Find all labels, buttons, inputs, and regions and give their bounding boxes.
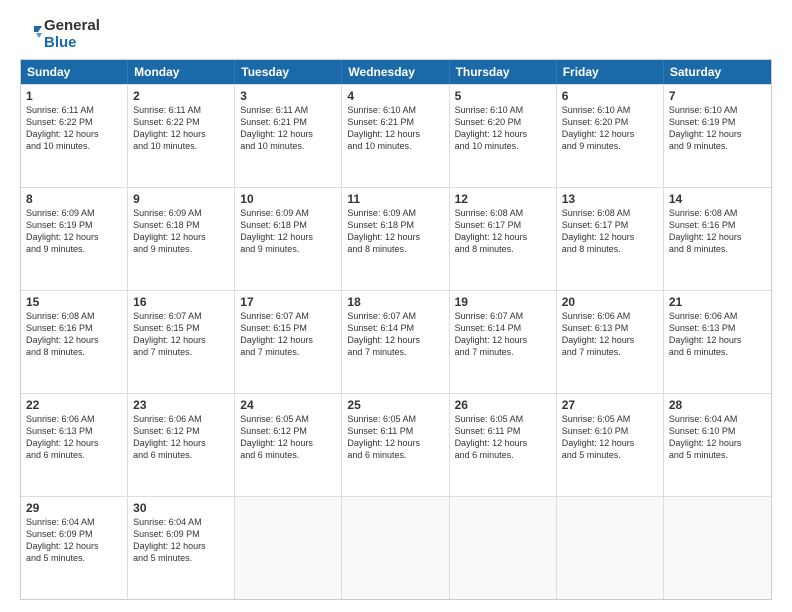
calendar-week-3: 15Sunrise: 6:08 AMSunset: 6:16 PMDayligh… [21, 290, 771, 393]
calendar-empty [664, 497, 771, 599]
calendar-day-6: 6Sunrise: 6:10 AMSunset: 6:20 PMDaylight… [557, 85, 664, 187]
calendar-day-15: 15Sunrise: 6:08 AMSunset: 6:16 PMDayligh… [21, 291, 128, 393]
calendar-day-1: 1Sunrise: 6:11 AMSunset: 6:22 PMDaylight… [21, 85, 128, 187]
calendar-day-25: 25Sunrise: 6:05 AMSunset: 6:11 PMDayligh… [342, 394, 449, 496]
calendar-day-9: 9Sunrise: 6:09 AMSunset: 6:18 PMDaylight… [128, 188, 235, 290]
calendar-day-23: 23Sunrise: 6:06 AMSunset: 6:12 PMDayligh… [128, 394, 235, 496]
calendar-day-3: 3Sunrise: 6:11 AMSunset: 6:21 PMDaylight… [235, 85, 342, 187]
calendar-day-12: 12Sunrise: 6:08 AMSunset: 6:17 PMDayligh… [450, 188, 557, 290]
calendar-day-10: 10Sunrise: 6:09 AMSunset: 6:18 PMDayligh… [235, 188, 342, 290]
calendar-body: 1Sunrise: 6:11 AMSunset: 6:22 PMDaylight… [21, 84, 771, 599]
day-header-tuesday: Tuesday [235, 60, 342, 84]
calendar-day-16: 16Sunrise: 6:07 AMSunset: 6:15 PMDayligh… [128, 291, 235, 393]
day-header-friday: Friday [557, 60, 664, 84]
logo-general: General [44, 18, 100, 35]
calendar-day-17: 17Sunrise: 6:07 AMSunset: 6:15 PMDayligh… [235, 291, 342, 393]
day-header-thursday: Thursday [450, 60, 557, 84]
calendar-day-24: 24Sunrise: 6:05 AMSunset: 6:12 PMDayligh… [235, 394, 342, 496]
calendar-day-29: 29Sunrise: 6:04 AMSunset: 6:09 PMDayligh… [21, 497, 128, 599]
calendar-day-30: 30Sunrise: 6:04 AMSunset: 6:09 PMDayligh… [128, 497, 235, 599]
calendar-day-7: 7Sunrise: 6:10 AMSunset: 6:19 PMDaylight… [664, 85, 771, 187]
calendar-day-13: 13Sunrise: 6:08 AMSunset: 6:17 PMDayligh… [557, 188, 664, 290]
logo: General Blue [20, 18, 100, 51]
calendar-week-2: 8Sunrise: 6:09 AMSunset: 6:19 PMDaylight… [21, 187, 771, 290]
logo-icon [20, 24, 42, 46]
calendar-day-21: 21Sunrise: 6:06 AMSunset: 6:13 PMDayligh… [664, 291, 771, 393]
logo-blue: Blue [44, 35, 100, 52]
calendar-empty [557, 497, 664, 599]
header: General Blue [20, 18, 772, 51]
calendar-day-5: 5Sunrise: 6:10 AMSunset: 6:20 PMDaylight… [450, 85, 557, 187]
calendar-day-4: 4Sunrise: 6:10 AMSunset: 6:21 PMDaylight… [342, 85, 449, 187]
calendar: SundayMondayTuesdayWednesdayThursdayFrid… [20, 59, 772, 600]
calendar-day-18: 18Sunrise: 6:07 AMSunset: 6:14 PMDayligh… [342, 291, 449, 393]
calendar-day-20: 20Sunrise: 6:06 AMSunset: 6:13 PMDayligh… [557, 291, 664, 393]
calendar-day-11: 11Sunrise: 6:09 AMSunset: 6:18 PMDayligh… [342, 188, 449, 290]
calendar-empty [342, 497, 449, 599]
calendar-day-26: 26Sunrise: 6:05 AMSunset: 6:11 PMDayligh… [450, 394, 557, 496]
calendar-day-19: 19Sunrise: 6:07 AMSunset: 6:14 PMDayligh… [450, 291, 557, 393]
calendar-day-8: 8Sunrise: 6:09 AMSunset: 6:19 PMDaylight… [21, 188, 128, 290]
calendar-empty [235, 497, 342, 599]
calendar-day-22: 22Sunrise: 6:06 AMSunset: 6:13 PMDayligh… [21, 394, 128, 496]
calendar-day-27: 27Sunrise: 6:05 AMSunset: 6:10 PMDayligh… [557, 394, 664, 496]
calendar-empty [450, 497, 557, 599]
day-header-sunday: Sunday [21, 60, 128, 84]
calendar-header: SundayMondayTuesdayWednesdayThursdayFrid… [21, 60, 771, 84]
calendar-week-5: 29Sunrise: 6:04 AMSunset: 6:09 PMDayligh… [21, 496, 771, 599]
page: General Blue SundayMondayTuesdayWednesda… [0, 0, 792, 612]
calendar-week-4: 22Sunrise: 6:06 AMSunset: 6:13 PMDayligh… [21, 393, 771, 496]
calendar-day-14: 14Sunrise: 6:08 AMSunset: 6:16 PMDayligh… [664, 188, 771, 290]
day-header-wednesday: Wednesday [342, 60, 449, 84]
day-header-saturday: Saturday [664, 60, 771, 84]
calendar-day-2: 2Sunrise: 6:11 AMSunset: 6:22 PMDaylight… [128, 85, 235, 187]
day-header-monday: Monday [128, 60, 235, 84]
calendar-week-1: 1Sunrise: 6:11 AMSunset: 6:22 PMDaylight… [21, 84, 771, 187]
calendar-day-28: 28Sunrise: 6:04 AMSunset: 6:10 PMDayligh… [664, 394, 771, 496]
